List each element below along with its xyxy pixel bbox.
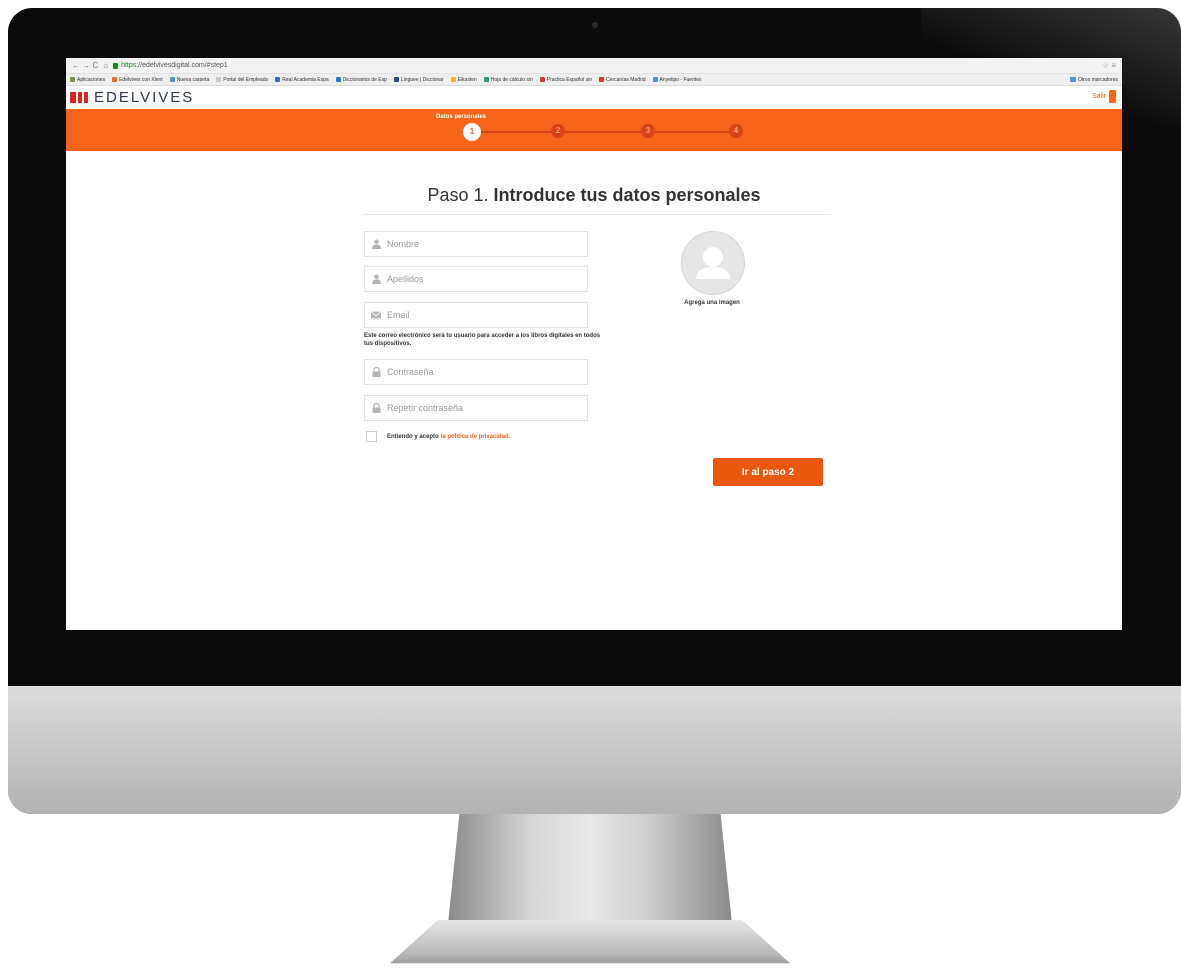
password-field[interactable] [364, 359, 588, 385]
apellidos-input[interactable] [387, 274, 567, 284]
privacy-policy-link[interactable]: la política de privacidad. [441, 434, 511, 440]
bookmark-item[interactable]: Edelvives con Xlent [112, 77, 163, 83]
step-3: 3 [641, 124, 655, 138]
avatar-placeholder-icon [696, 247, 730, 279]
back-forward-reload-icons[interactable]: ← → C [72, 61, 98, 70]
camera-icon [592, 22, 598, 28]
bookmark-label: Anyetipo - Fuentes [659, 76, 702, 83]
bookmark-item[interactable]: Aplicaciones [70, 77, 105, 83]
lock-icon [371, 367, 381, 377]
progress-line [471, 131, 743, 133]
step-4: 4 [729, 124, 743, 138]
privacy-checkbox[interactable] [366, 431, 377, 442]
bookmark-item[interactable]: Diccionarios de Esp [335, 76, 387, 83]
bookmark-favicon-icon [393, 77, 399, 82]
email-field[interactable] [364, 302, 588, 328]
exit-label: Salir [1091, 93, 1106, 100]
bookmark-label: Practica Español sin [546, 76, 593, 83]
screen: ← → C ⌂ https://edelvivesdigital.com/#st… [66, 58, 1122, 630]
edelvives-logo[interactable]: EDELVIVES [70, 89, 194, 106]
title-divider [363, 214, 831, 215]
current-step-label: Datos personales [436, 114, 487, 120]
title-prefix: Paso 1. [427, 185, 489, 205]
url-scheme[interactable]: https [121, 62, 136, 69]
imac-stand [448, 814, 732, 924]
bookmark-favicon-icon [450, 77, 456, 82]
apellidos-field[interactable] [364, 266, 588, 292]
user-icon [371, 239, 381, 249]
lock-icon [113, 62, 119, 69]
bookmarks-bar: Aplicaciones Edelvives con Xlent Nueva car… [66, 74, 1122, 86]
accept-text: Entiendo y acepto [387, 433, 439, 440]
bookmark-favicon-icon [483, 77, 489, 82]
bookmark-label: Real Academia Espa [282, 76, 329, 83]
privacy-consent: Entiendo y acepto la política de privaci… [366, 431, 510, 442]
title-main: Introduce tus datos personales [493, 185, 761, 205]
browser-url-bar: ← → C ⌂ https://edelvivesdigital.com/#st… [66, 58, 1122, 74]
bookmark-favicon-icon [216, 77, 222, 82]
bookmark-label: Hoja de cálculo sin [490, 76, 533, 83]
bookmark-label: Aplicaciones [77, 76, 106, 83]
door-icon [1109, 90, 1116, 103]
envelope-icon [371, 310, 381, 320]
bookmark-label: Linguee | Diccionar [400, 76, 444, 83]
email-help-text: Este correo electrónico será tu usuario … [364, 333, 601, 347]
bookmark-label: Edelvives con Xlent [119, 76, 163, 83]
imac-stand-base [390, 920, 790, 964]
bookmark-favicon-icon [599, 77, 605, 82]
exit-button[interactable]: Salir [1092, 90, 1116, 103]
bookmark-favicon-icon [335, 77, 341, 82]
bookmark-favicon-icon [275, 77, 281, 82]
logo-text: EDELVIVES [94, 89, 195, 106]
site-header: EDELVIVES Salir [66, 86, 1122, 109]
next-step-button[interactable]: Ir al paso 2 [713, 458, 823, 486]
repeat-password-field[interactable] [364, 395, 588, 421]
bookmark-item[interactable]: Cercanías Madrid [599, 76, 646, 83]
bookmark-item[interactable]: Eikasten [450, 76, 477, 83]
lock-icon [371, 403, 381, 413]
bookmark-label: Portal del Empleado [223, 76, 269, 83]
password-input[interactable] [387, 367, 567, 377]
bookmark-item[interactable]: Portal del Empleado [216, 77, 268, 83]
other-bookmarks-label: Otros marcadores [1077, 76, 1118, 83]
step-1: 1 [463, 123, 481, 141]
nombre-field[interactable] [364, 231, 588, 257]
user-icon [371, 274, 381, 284]
bookmark-label: Diccionarios de Esp [342, 76, 387, 83]
page-title: Paso 1. Introduce tus datos personales [66, 185, 1122, 206]
home-icon[interactable]: ⌂ [103, 61, 108, 70]
email-input[interactable] [387, 310, 567, 320]
star-menu-icons[interactable]: ☆ ≡ [1102, 61, 1116, 70]
bookmark-item[interactable]: Nueva carpeta [169, 76, 210, 83]
bookmark-label: Eikasten [457, 76, 477, 83]
other-bookmarks[interactable]: Otros marcadores [1069, 76, 1118, 83]
bookmark-item[interactable]: Real Academia Espa [275, 76, 329, 83]
bookmark-favicon-icon [652, 77, 658, 82]
url-text[interactable]: ://edelvivesdigital.com/#step1 [136, 62, 227, 69]
bookmark-item[interactable]: Linguee | Diccionar [393, 76, 444, 83]
logo-bars-icon [70, 92, 88, 103]
repeat-password-input[interactable] [387, 403, 567, 413]
bookmark-label: Cercanías Madrid [606, 76, 646, 83]
bookmark-item[interactable]: Hoja de cálculo sin [483, 76, 533, 83]
step-2: 2 [551, 124, 565, 138]
imac-chin [8, 686, 1181, 814]
bookmark-item[interactable]: Anyetipo - Fuentes [652, 76, 702, 83]
bookmark-favicon-icon [70, 77, 75, 82]
bookmark-item[interactable]: Practica Español sin [539, 76, 593, 83]
bookmark-favicon-icon [169, 77, 175, 82]
bookmark-favicon-icon [112, 77, 118, 82]
nombre-input[interactable] [387, 239, 567, 249]
avatar-upload[interactable] [681, 231, 745, 295]
avatar-label: Agrega una imagen [684, 300, 740, 306]
bookmark-favicon-icon [539, 77, 545, 82]
bookmark-label: Nueva carpeta [176, 76, 210, 83]
progress-steps: Datos personales 1 2 3 4 [66, 109, 1122, 151]
folder-icon [1069, 77, 1076, 82]
